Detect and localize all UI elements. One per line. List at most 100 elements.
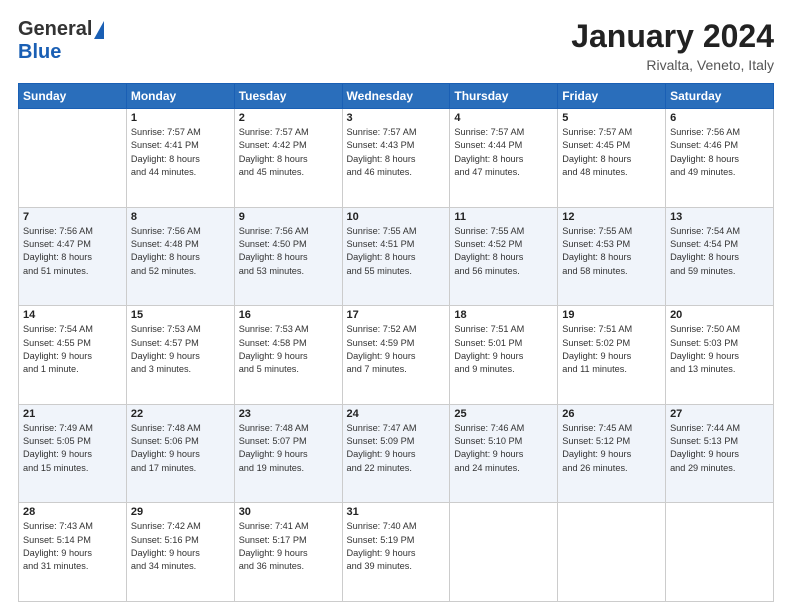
calendar-cell: 8 Sunrise: 7:56 AM Sunset: 4:48 PM Daylig… (126, 207, 234, 306)
day-number: 17 (347, 309, 446, 321)
cell-content: Sunrise: 7:50 AM Sunset: 5:03 PM Dayligh… (670, 323, 769, 376)
weekday-header-monday: Monday (126, 84, 234, 109)
calendar-cell: 19 Sunrise: 7:51 AM Sunset: 5:02 PM Dayli… (558, 306, 666, 405)
calendar-cell: 17Sunrise: 7:52 AM Sunset: 4:59 PM Dayli… (342, 306, 450, 405)
cell-content: Sunrise: 7:44 AM Sunset: 5:13 PM Dayligh… (670, 422, 769, 475)
cell-content: Sunrise: 7:47 AM Sunset: 5:09 PM Dayligh… (347, 422, 446, 475)
calendar-cell (558, 503, 666, 602)
calendar-cell: 20Sunrise: 7:50 AM Sunset: 5:03 PM Dayli… (666, 306, 774, 405)
day-number: 30 (239, 506, 338, 518)
calendar-cell (450, 503, 558, 602)
logo: General Blue (18, 18, 104, 64)
cell-content: Sunrise: 7:48 AM Sunset: 5:06 PM Dayligh… (131, 422, 230, 475)
calendar-cell: 2Sunrise: 7:57 AM Sunset: 4:42 PM Daylig… (234, 109, 342, 208)
day-number: 23 (239, 408, 338, 420)
day-number: 5 (562, 112, 661, 124)
weekday-header-tuesday: Tuesday (234, 84, 342, 109)
calendar-cell: 31 Sunrise: 7:40 AM Sunset: 5:19 PM Dayli… (342, 503, 450, 602)
calendar-cell: 28 Sunrise: 7:43 AM Sunset: 5:14 PM Dayli… (19, 503, 127, 602)
calendar-week-3: 21 Sunrise: 7:49 AM Sunset: 5:05 PM Dayli… (19, 404, 774, 503)
cell-content: Sunrise: 7:57 AM Sunset: 4:43 PM Dayligh… (347, 126, 446, 179)
calendar-cell: 13 Sunrise: 7:54 AM Sunset: 4:54 PM Dayli… (666, 207, 774, 306)
calendar-table: SundayMondayTuesdayWednesdayThursdayFrid… (18, 83, 774, 602)
calendar-cell: 10Sunrise: 7:55 AM Sunset: 4:51 PM Dayli… (342, 207, 450, 306)
weekday-header-friday: Friday (558, 84, 666, 109)
calendar-week-0: 1 Sunrise: 7:57 AM Sunset: 4:41 PM Daylig… (19, 109, 774, 208)
calendar-cell: 25 Sunrise: 7:46 AM Sunset: 5:10 PM Dayli… (450, 404, 558, 503)
cell-content: Sunrise: 7:40 AM Sunset: 5:19 PM Dayligh… (347, 520, 446, 573)
calendar-cell: 26Sunrise: 7:45 AM Sunset: 5:12 PM Dayli… (558, 404, 666, 503)
weekday-header-wednesday: Wednesday (342, 84, 450, 109)
calendar-cell: 23 Sunrise: 7:48 AM Sunset: 5:07 PM Dayli… (234, 404, 342, 503)
day-number: 15 (131, 309, 230, 321)
logo-blue: Blue (18, 41, 61, 64)
day-number: 19 (562, 309, 661, 321)
cell-content: Sunrise: 7:49 AM Sunset: 5:05 PM Dayligh… (23, 422, 122, 475)
calendar-cell: 9 Sunrise: 7:56 AM Sunset: 4:50 PM Daylig… (234, 207, 342, 306)
cell-content: Sunrise: 7:56 AM Sunset: 4:47 PM Dayligh… (23, 225, 122, 278)
day-number: 13 (670, 211, 769, 223)
calendar-week-1: 7Sunrise: 7:56 AM Sunset: 4:47 PM Daylig… (19, 207, 774, 306)
cell-content: Sunrise: 7:53 AM Sunset: 4:57 PM Dayligh… (131, 323, 230, 376)
calendar-cell: 1 Sunrise: 7:57 AM Sunset: 4:41 PM Daylig… (126, 109, 234, 208)
weekday-header-saturday: Saturday (666, 84, 774, 109)
day-number: 29 (131, 506, 230, 518)
calendar-week-4: 28 Sunrise: 7:43 AM Sunset: 5:14 PM Dayli… (19, 503, 774, 602)
cell-content: Sunrise: 7:56 AM Sunset: 4:46 PM Dayligh… (670, 126, 769, 179)
cell-content: Sunrise: 7:57 AM Sunset: 4:44 PM Dayligh… (454, 126, 553, 179)
calendar-cell: 16 Sunrise: 7:53 AM Sunset: 4:58 PM Dayli… (234, 306, 342, 405)
calendar-cell: 21 Sunrise: 7:49 AM Sunset: 5:05 PM Dayli… (19, 404, 127, 503)
day-number: 11 (454, 211, 553, 223)
cell-content: Sunrise: 7:53 AM Sunset: 4:58 PM Dayligh… (239, 323, 338, 376)
calendar-cell: 15 Sunrise: 7:53 AM Sunset: 4:57 PM Dayli… (126, 306, 234, 405)
day-number: 4 (454, 112, 553, 124)
day-number: 8 (131, 211, 230, 223)
cell-content: Sunrise: 7:56 AM Sunset: 4:50 PM Dayligh… (239, 225, 338, 278)
day-number: 1 (131, 112, 230, 124)
day-number: 24 (347, 408, 446, 420)
calendar-cell (666, 503, 774, 602)
day-number: 9 (239, 211, 338, 223)
cell-content: Sunrise: 7:56 AM Sunset: 4:48 PM Dayligh… (131, 225, 230, 278)
day-number: 26 (562, 408, 661, 420)
logo-general: General (18, 18, 92, 41)
day-number: 16 (239, 309, 338, 321)
calendar-cell: 5Sunrise: 7:57 AM Sunset: 4:45 PM Daylig… (558, 109, 666, 208)
day-number: 28 (23, 506, 122, 518)
calendar-cell: 11 Sunrise: 7:55 AM Sunset: 4:52 PM Dayli… (450, 207, 558, 306)
weekday-header-thursday: Thursday (450, 84, 558, 109)
weekday-header-row: SundayMondayTuesdayWednesdayThursdayFrid… (19, 84, 774, 109)
cell-content: Sunrise: 7:51 AM Sunset: 5:02 PM Dayligh… (562, 323, 661, 376)
cell-content: Sunrise: 7:43 AM Sunset: 5:14 PM Dayligh… (23, 520, 122, 573)
location: Rivalta, Veneto, Italy (571, 57, 774, 73)
day-number: 18 (454, 309, 553, 321)
calendar-cell (19, 109, 127, 208)
cell-content: Sunrise: 7:46 AM Sunset: 5:10 PM Dayligh… (454, 422, 553, 475)
day-number: 6 (670, 112, 769, 124)
day-number: 22 (131, 408, 230, 420)
day-number: 25 (454, 408, 553, 420)
day-number: 3 (347, 112, 446, 124)
cell-content: Sunrise: 7:55 AM Sunset: 4:52 PM Dayligh… (454, 225, 553, 278)
cell-content: Sunrise: 7:54 AM Sunset: 4:55 PM Dayligh… (23, 323, 122, 376)
cell-content: Sunrise: 7:55 AM Sunset: 4:53 PM Dayligh… (562, 225, 661, 278)
weekday-header-sunday: Sunday (19, 84, 127, 109)
cell-content: Sunrise: 7:41 AM Sunset: 5:17 PM Dayligh… (239, 520, 338, 573)
title-block: January 2024 Rivalta, Veneto, Italy (571, 18, 774, 73)
cell-content: Sunrise: 7:57 AM Sunset: 4:41 PM Dayligh… (131, 126, 230, 179)
page-header: General Blue January 2024 Rivalta, Venet… (18, 18, 774, 73)
calendar-week-2: 14Sunrise: 7:54 AM Sunset: 4:55 PM Dayli… (19, 306, 774, 405)
calendar-cell: 30 Sunrise: 7:41 AM Sunset: 5:17 PM Dayli… (234, 503, 342, 602)
day-number: 12 (562, 211, 661, 223)
cell-content: Sunrise: 7:48 AM Sunset: 5:07 PM Dayligh… (239, 422, 338, 475)
calendar-cell: 6 Sunrise: 7:56 AM Sunset: 4:46 PM Daylig… (666, 109, 774, 208)
cell-content: Sunrise: 7:54 AM Sunset: 4:54 PM Dayligh… (670, 225, 769, 278)
day-number: 2 (239, 112, 338, 124)
cell-content: Sunrise: 7:42 AM Sunset: 5:16 PM Dayligh… (131, 520, 230, 573)
day-number: 21 (23, 408, 122, 420)
cell-content: Sunrise: 7:51 AM Sunset: 5:01 PM Dayligh… (454, 323, 553, 376)
cell-content: Sunrise: 7:55 AM Sunset: 4:51 PM Dayligh… (347, 225, 446, 278)
day-number: 31 (347, 506, 446, 518)
calendar-cell: 29 Sunrise: 7:42 AM Sunset: 5:16 PM Dayli… (126, 503, 234, 602)
calendar-cell: 22 Sunrise: 7:48 AM Sunset: 5:06 PM Dayli… (126, 404, 234, 503)
